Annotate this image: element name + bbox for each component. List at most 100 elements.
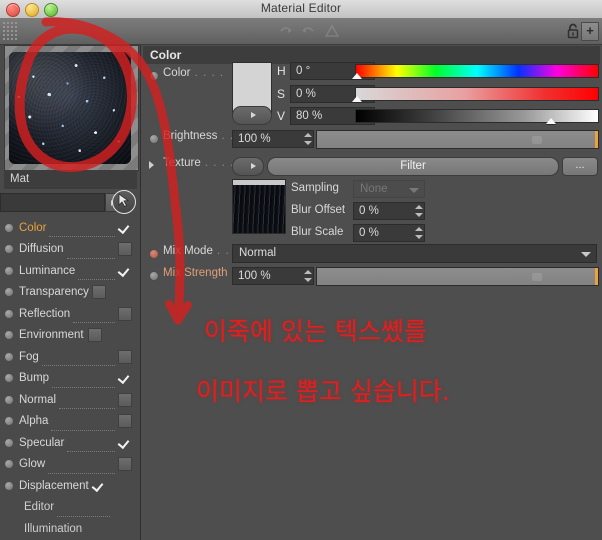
chevron-down-icon	[581, 252, 591, 257]
channel-row-specular[interactable]: Specular	[0, 432, 140, 454]
channel-checkbox[interactable]	[118, 457, 132, 472]
undo-icon[interactable]	[278, 23, 294, 39]
brightness-stepper[interactable]	[302, 130, 313, 148]
channel-checkbox[interactable]	[118, 392, 132, 407]
leader-dots	[73, 312, 115, 324]
channel-list: Color Diffusion Luminance Transparency R…	[0, 217, 140, 540]
channel-row-bump[interactable]: Bump	[0, 368, 140, 390]
channel-row-glow[interactable]: Glow	[0, 454, 140, 476]
sampling-select[interactable]: None	[353, 180, 425, 198]
channel-row-normal[interactable]: Normal	[0, 389, 140, 411]
channel-checkbox[interactable]	[118, 220, 132, 235]
channel-checkbox[interactable]	[118, 263, 132, 278]
redo-icon[interactable]	[300, 23, 316, 39]
material-name-input[interactable]	[0, 193, 105, 212]
mix-strength-label: Mix Strength	[163, 267, 228, 279]
channel-label: Alpha	[19, 415, 49, 428]
mix-strength-stepper[interactable]	[302, 267, 313, 285]
saturation-label: S	[277, 87, 286, 101]
leader-dots	[48, 463, 115, 474]
channel-bullet-icon	[4, 437, 14, 448]
channel-checkbox[interactable]	[118, 242, 132, 257]
channel-label: Transparency	[19, 286, 89, 299]
add-material-button[interactable]: +	[581, 22, 599, 41]
leader-dots	[51, 420, 115, 431]
mix-strength-slider[interactable]	[316, 267, 599, 286]
channel-label: Luminance	[19, 264, 76, 277]
material-editor-window: Material Editor + Mat Color Diffusion Lu…	[0, 0, 602, 540]
sampling-label: Sampling	[291, 182, 339, 194]
leader-dots	[59, 398, 115, 410]
blur-scale-stepper[interactable]	[413, 224, 424, 242]
material-sidebar: Mat Color Diffusion Luminance Transparen…	[0, 45, 141, 540]
channel-label: Normal	[19, 393, 57, 406]
mix-mode-select[interactable]: Normal	[232, 244, 597, 263]
brightness-slider[interactable]	[316, 130, 599, 149]
lock-icon[interactable]	[565, 22, 581, 40]
channel-row-color[interactable]: Color	[0, 217, 140, 239]
material-preview[interactable]	[4, 45, 139, 171]
value-slider-handle[interactable]	[546, 118, 556, 124]
channel-bullet-icon	[4, 373, 14, 384]
texture-noise-thumbnail[interactable]	[232, 179, 286, 234]
channel-row-reflection[interactable]: Reflection	[0, 303, 140, 325]
mix-mode-bullet-icon	[149, 249, 159, 259]
channel-label: Bump	[19, 372, 50, 385]
window-titlebar: Material Editor	[0, 0, 602, 19]
color-options-button[interactable]	[232, 106, 272, 125]
saturation-gradient-slider[interactable]	[355, 87, 599, 101]
color-bullet-icon	[149, 71, 159, 81]
channel-bullet-icon	[4, 330, 14, 341]
filter-button[interactable]: Filter	[267, 157, 559, 176]
channel-checkbox[interactable]	[118, 306, 132, 321]
channel-checkbox[interactable]	[91, 478, 106, 493]
mix-strength-slider-fill-edge	[595, 268, 598, 285]
channel-row-transparency[interactable]: Transparency	[0, 282, 140, 304]
cursor-pick-icon[interactable]	[112, 190, 136, 214]
channel-checkbox[interactable]	[87, 328, 102, 343]
channel-row-alpha[interactable]: Alpha	[0, 411, 140, 433]
hue-slider-handle[interactable]	[352, 73, 362, 79]
texture-options-button[interactable]	[232, 157, 264, 176]
material-name-row	[0, 190, 140, 214]
channel-checkbox[interactable]	[118, 435, 132, 450]
channel-row-editor[interactable]: Editor	[0, 497, 140, 519]
leader-dots	[67, 441, 115, 453]
leader-dots	[66, 248, 115, 259]
saturation-slider-handle[interactable]	[352, 96, 362, 102]
channel-row-displacement[interactable]: Displacement	[0, 475, 140, 497]
leader-dots	[52, 377, 115, 388]
triangle-icon[interactable]	[324, 23, 340, 39]
channel-bullet-icon	[4, 222, 14, 233]
texture-browse-button[interactable]: ...	[562, 157, 598, 176]
drag-grip-icon[interactable]	[2, 21, 18, 41]
leader-dots	[49, 226, 115, 238]
channel-bullet-icon	[4, 265, 14, 276]
channel-checkbox[interactable]	[118, 349, 132, 364]
blur-offset-label: Blur Offset	[291, 204, 346, 216]
mix-strength-slider-nub	[532, 273, 542, 281]
channel-checkbox[interactable]	[118, 414, 132, 429]
material-header: Mat	[4, 170, 137, 189]
channel-row-illumination[interactable]: Illumination	[0, 518, 140, 540]
channel-checkbox[interactable]	[118, 371, 132, 386]
leader-dots	[78, 269, 115, 281]
channel-row-environment[interactable]: Environment	[0, 325, 140, 347]
channel-label: Reflection	[19, 307, 71, 320]
channel-row-luminance[interactable]: Luminance	[0, 260, 140, 282]
hue-gradient-slider[interactable]	[355, 64, 599, 78]
brightness-slider-nub	[532, 136, 542, 144]
channel-checkbox[interactable]	[91, 285, 106, 300]
texture-expand-triangle-icon[interactable]	[149, 161, 154, 169]
mix-strength-bullet-icon	[149, 271, 159, 281]
mix-mode-label: Mix Mode . .	[163, 245, 230, 257]
blur-offset-stepper[interactable]	[413, 202, 424, 220]
channel-row-fog[interactable]: Fog	[0, 346, 140, 368]
preview-noise-overlay	[9, 52, 131, 164]
channel-label: Glow	[19, 458, 46, 471]
channel-bullet-icon	[4, 244, 14, 255]
channel-row-diffusion[interactable]: Diffusion	[0, 239, 140, 261]
channel-label: Color	[19, 221, 47, 234]
color-label: Color . . . .	[163, 67, 225, 79]
value-gradient-slider[interactable]	[355, 109, 599, 123]
